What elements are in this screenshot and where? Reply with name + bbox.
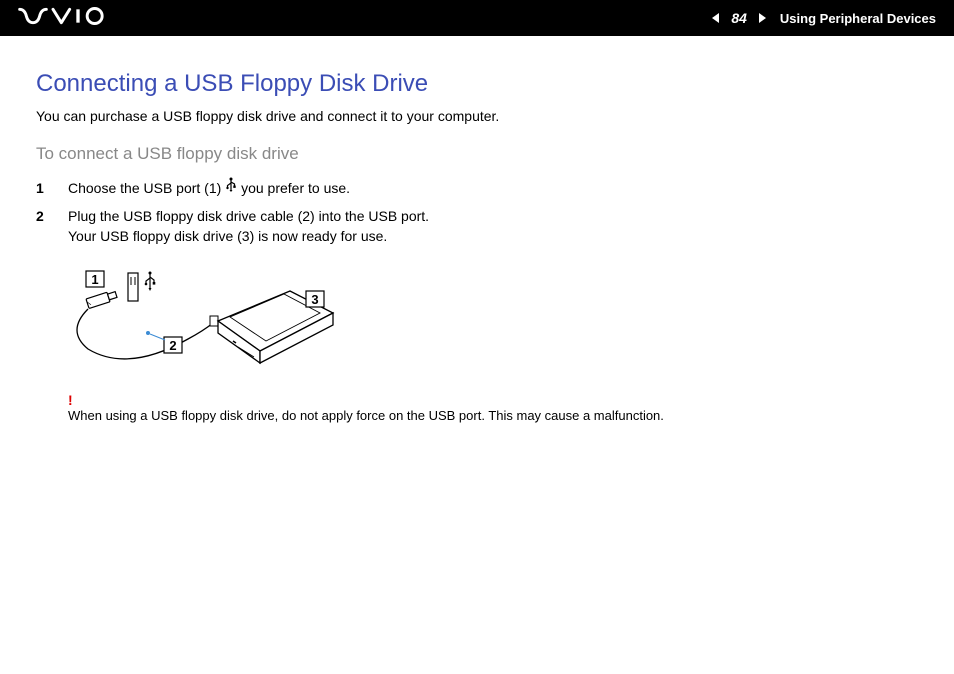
header-right: 84 Using Peripheral Devices — [710, 10, 936, 26]
step-text: you prefer to use. — [237, 180, 350, 196]
header-bar: 84 Using Peripheral Devices — [0, 0, 954, 36]
usb-icon — [225, 177, 237, 198]
step-item: Plug the USB floppy disk drive cable (2)… — [36, 206, 918, 247]
step-item: Choose the USB port (1) you prefer to us… — [36, 178, 918, 200]
prev-page-arrow[interactable] — [710, 12, 722, 24]
step-text: Plug the USB floppy disk drive cable (2)… — [68, 208, 429, 244]
next-page-arrow[interactable] — [756, 12, 768, 24]
content-area: Connecting a USB Floppy Disk Drive You c… — [0, 36, 954, 423]
sub-heading: To connect a USB floppy disk drive — [36, 144, 918, 164]
diagram-label-2: 2 — [169, 338, 176, 353]
page-number: 84 — [728, 10, 750, 26]
warning-text: When using a USB floppy disk drive, do n… — [68, 408, 664, 423]
warning-icon: ! — [68, 392, 918, 408]
diagram-label-3: 3 — [311, 292, 318, 307]
diagram-label-1: 1 — [91, 272, 98, 287]
vaio-logo — [18, 6, 118, 31]
step-text: Choose the USB port (1) — [68, 180, 225, 196]
warning-block: ! When using a USB floppy disk drive, do… — [68, 392, 918, 423]
intro-text: You can purchase a USB floppy disk drive… — [36, 108, 918, 124]
connection-diagram: 1 2 — [68, 261, 918, 386]
step-list: Choose the USB port (1) you prefer to us… — [36, 178, 918, 247]
section-title: Using Peripheral Devices — [780, 11, 936, 26]
main-heading: Connecting a USB Floppy Disk Drive — [36, 70, 918, 98]
